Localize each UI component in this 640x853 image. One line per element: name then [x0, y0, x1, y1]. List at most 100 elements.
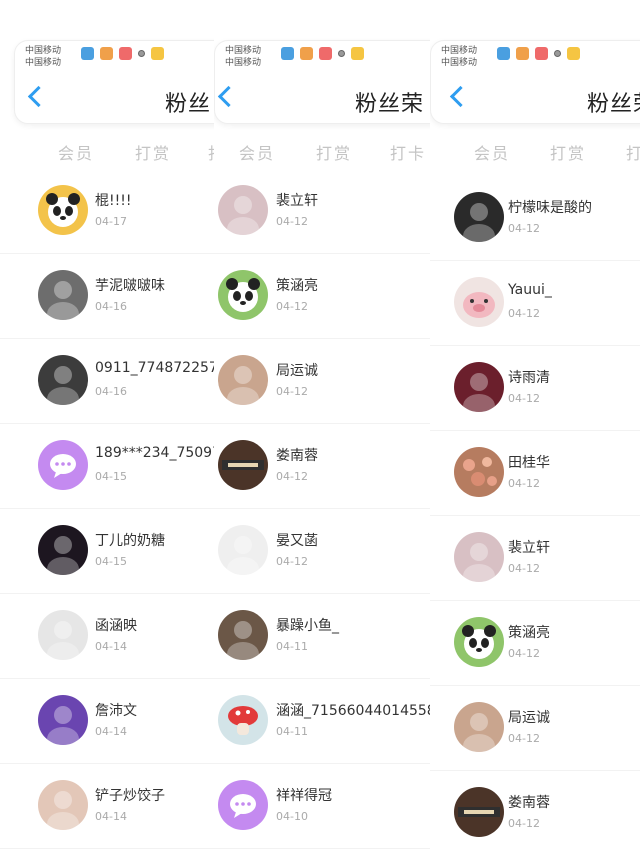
fan-name[interactable]: 柠檬味是酸的 [508, 197, 592, 217]
follow-date: 04-12 [276, 385, 308, 398]
list-item[interactable]: 娄南蓉 04-12 [430, 770, 640, 853]
fan-name[interactable]: 棍!!!! [95, 190, 131, 210]
list-item[interactable]: 函涵映 04-14 [0, 593, 214, 679]
fan-name[interactable]: 娄南蓉 [508, 792, 550, 812]
list-item[interactable]: 棍!!!! 04-17 [0, 168, 214, 254]
fan-name[interactable]: 策涵亮 [276, 275, 318, 295]
list-item[interactable]: 189***234_750973541(04-15 [0, 423, 214, 509]
boy-avatar-icon[interactable] [454, 702, 504, 752]
list-item[interactable]: 田桂华 04-12 [430, 430, 640, 516]
list-item[interactable]: 策涵亮 04-12 [214, 253, 430, 339]
tab-member[interactable]: 会员 [474, 140, 510, 164]
list-item[interactable]: 柠檬味是酸的 04-12 [430, 175, 640, 261]
girl-avatar-icon[interactable] [454, 532, 504, 582]
message-notification-icon [535, 47, 548, 60]
tab-reward[interactable]: 打赏 [550, 140, 586, 164]
tab-member[interactable]: 会员 [239, 140, 275, 164]
flower-avatar-icon[interactable] [454, 447, 504, 497]
message-notification-icon [319, 47, 332, 60]
dark-avatar-icon[interactable] [454, 362, 504, 412]
follow-date: 04-12 [508, 732, 540, 745]
tab-checkin[interactable]: 打 [626, 140, 640, 164]
fan-name[interactable]: 诗雨清 [508, 367, 550, 387]
follow-date: 04-11 [276, 640, 308, 653]
panda-avatar-icon[interactable] [454, 617, 504, 667]
banner-avatar-icon[interactable] [454, 787, 504, 837]
fan-name[interactable]: 晏又菡 [276, 530, 318, 550]
tab-member[interactable]: 会员 [58, 140, 94, 164]
back-arrow-icon[interactable] [217, 85, 240, 108]
group-photo-avatar-icon[interactable] [38, 270, 88, 320]
back-arrow-icon[interactable] [449, 85, 472, 108]
fan-name[interactable]: 0911_77487225754976 [95, 360, 214, 376]
list-item[interactable]: 裴立轩 04-12 [214, 168, 430, 254]
banner-avatar-icon[interactable] [218, 440, 268, 490]
list-item[interactable]: 裴立轩 04-12 [430, 515, 640, 601]
fan-name[interactable]: 娄南蓉 [276, 445, 318, 465]
purple-avatar-icon[interactable] [38, 695, 88, 745]
dark-avatar-icon[interactable] [38, 525, 88, 575]
fan-name[interactable]: 局运诚 [508, 707, 550, 727]
tab-checkin[interactable]: 打卡 [390, 140, 426, 164]
dark-avatar-icon[interactable] [454, 192, 504, 242]
fan-name[interactable]: 詹沛文 [95, 700, 137, 720]
chat-bubble-avatar-icon[interactable] [38, 440, 88, 490]
fan-name[interactable]: 裴立轩 [508, 537, 550, 557]
list-item[interactable]: 0911_77487225754976 04-16 [0, 338, 214, 424]
sketch-avatar-icon[interactable] [218, 525, 268, 575]
fan-name[interactable]: Yauui_ [508, 282, 552, 298]
follow-date: 04-14 [95, 810, 127, 823]
tab-reward[interactable]: 打赏 [316, 140, 352, 164]
mushroom-avatar-icon[interactable] [218, 695, 268, 745]
list-item[interactable]: 詹沛文 04-14 [0, 678, 214, 764]
list-item[interactable]: 涵涵_71566044014558136 04-11 [214, 678, 430, 764]
fan-name[interactable]: 涵涵_71566044014558136 [276, 700, 430, 720]
sketch-avatar-icon[interactable] [38, 610, 88, 660]
play-notification-icon [300, 47, 313, 60]
play-notification-icon [516, 47, 529, 60]
play-notification-icon [100, 47, 113, 60]
list-item[interactable]: 娄南蓉 04-12 [214, 423, 430, 509]
fan-name[interactable]: 丁儿的奶糖 [95, 530, 165, 550]
panda-avatar-icon[interactable] [38, 185, 88, 235]
fan-name[interactable]: 策涵亮 [508, 622, 550, 642]
header: 中国移动 中国移动 粉丝 [14, 40, 214, 124]
list-item[interactable]: 晏又菡 04-12 [214, 508, 430, 594]
list-item[interactable]: 局运诚 04-12 [430, 685, 640, 771]
fan-name[interactable]: 裴立轩 [276, 190, 318, 210]
girl-avatar-icon[interactable] [38, 780, 88, 830]
fan-name[interactable]: 田桂华 [508, 452, 550, 472]
chat-bubble-avatar-icon[interactable] [218, 780, 268, 830]
list-item[interactable]: 诗雨清 04-12 [430, 345, 640, 431]
fan-name[interactable]: 祥祥得冠 [276, 785, 332, 805]
screenshot-panel-3: 中国移动 中国移动 粉丝荣 会员 打赏 打 柠檬味是酸的 04-12 Yauui_ 0… [430, 0, 640, 853]
fan-name[interactable]: 铲子炒饺子 [95, 785, 165, 805]
girl-avatar-icon[interactable] [218, 185, 268, 235]
fan-name[interactable]: 函涵映 [95, 615, 137, 635]
boy-avatar-icon[interactable] [218, 355, 268, 405]
tab-reward[interactable]: 打赏 [135, 140, 171, 164]
tab-bar: 会员 打赏 打 [430, 140, 640, 164]
list-item[interactable]: 策涵亮 04-12 [430, 600, 640, 686]
list-item[interactable]: 局运诚 04-12 [214, 338, 430, 424]
back-arrow-icon[interactable] [27, 85, 50, 108]
panda-avatar-icon[interactable] [218, 270, 268, 320]
fan-name[interactable]: 芋泥啵啵味 [95, 275, 165, 295]
page-title: 粉丝 [165, 92, 212, 117]
fan-name[interactable]: 局运诚 [276, 360, 318, 380]
list-item[interactable]: 祥祥得冠 04-10 [214, 763, 430, 849]
pig-avatar-icon[interactable] [454, 277, 504, 327]
list-item[interactable]: 芋泥啵啵味 04-16 [0, 253, 214, 339]
list-item[interactable]: 暴躁小鱼_ 04-11 [214, 593, 430, 679]
tab-bar: 会员 打赏 打 [0, 140, 214, 164]
list-item[interactable]: Yauui_ 04-12 [430, 260, 640, 346]
dark-avatar-icon[interactable] [218, 610, 268, 660]
list-item[interactable]: 铲子炒饺子 04-14 [0, 763, 214, 849]
fan-name[interactable]: 暴躁小鱼_ [276, 615, 339, 635]
app-notification-icon [81, 47, 94, 60]
list-item[interactable]: 丁儿的奶糖 04-15 [0, 508, 214, 594]
fan-name[interactable]: 189***234_750973541( [95, 445, 214, 461]
carrier-line-2: 中国移动 [225, 58, 262, 68]
dark-avatar-icon[interactable] [38, 355, 88, 405]
follow-date: 04-12 [508, 222, 540, 235]
